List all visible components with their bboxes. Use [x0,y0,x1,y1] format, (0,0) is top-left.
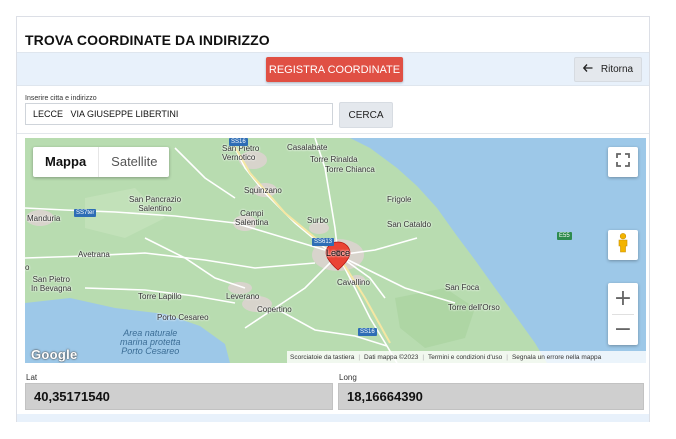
label-torre-rinalda: Torre Rinalda [310,155,358,164]
lat-label: Lat [26,373,38,382]
google-logo[interactable]: Google [31,347,78,362]
page-title: TROVA COORDINATE DA INDIRIZZO [25,32,270,48]
label-leverano: Leverano [226,292,260,301]
label-porto-cesareo: Porto Cesareo [157,313,209,322]
fullscreen-button[interactable] [608,147,638,177]
search-button[interactable]: CERCA [339,102,393,128]
label-frigole: Frigole [387,195,412,204]
terms-link[interactable]: Termini e condizioni d'uso [428,354,502,361]
back-button[interactable]: Ritorna [574,57,642,82]
attribution-separator: | [506,353,508,361]
road-badge-ss7ter: SS7ter [74,209,97,217]
road-badge-ss16-north: SS16 [229,138,248,146]
road-badge-ss16-south: SS16 [358,328,377,336]
label-campi-salentina: Campi Salentina [235,209,269,227]
label-avetrana: Avetrana [78,250,110,259]
fullscreen-icon [616,152,630,172]
label-squinzano: Squinzano [244,186,282,195]
label-lecce: Lecce [326,248,351,258]
zoom-control: + − [608,283,638,345]
label-o: o [25,263,30,272]
label-san-cataldo: San Cataldo [387,220,432,229]
label-san-foca: San Foca [445,283,480,292]
label-surbo: Surbo [307,216,329,225]
long-value-field: 18,16664390 [338,383,644,410]
arrow-left-icon [582,64,593,75]
report-error-link[interactable]: Segnala un errore nella mappa [512,354,601,361]
label-san-pietro-bevagna: San Pietro In Bevagna [31,275,72,293]
zoom-in-button[interactable]: + [608,283,638,314]
back-label: Ritorna [600,64,634,75]
address-label: Inserire citta e indirizzo [25,95,97,102]
map-type-map-button[interactable]: Mappa [33,147,98,177]
map-type-control: Mappa Satellite [33,147,170,177]
label-casalabate: Casalabate [287,143,328,152]
toolbar: REGISTRA COORDINATE Ritorna [17,52,649,86]
attribution-separator: | [358,353,361,361]
label-torre-chianca: Torre Chianca [325,165,375,174]
street-view-pegman-button[interactable] [608,230,638,260]
attribution-separator: | [422,353,425,361]
label-copertino: Copertino [257,305,292,314]
long-label: Long [339,373,357,382]
label-cavallino: Cavallino [337,278,370,287]
map-view[interactable]: Casalabate San Pietro Vernotico Torre Ri… [25,138,646,363]
register-coordinates-button[interactable]: REGISTRA COORDINATE [266,57,403,82]
footer-band [17,414,649,422]
lat-value-field: 40,35171540 [25,383,333,410]
label-manduria: Manduria [27,214,61,223]
zoom-out-button[interactable]: − [608,315,638,346]
label-area-naturale: Area naturale marina protetta Porto Cesa… [120,328,181,356]
map-data-text: Dati mappa ©2023 [364,353,419,361]
label-torre-dell-orso: Torre dell'Orso [448,303,500,312]
map-attribution: Scorciatoie da tastiera | Dati mappa ©20… [287,351,646,363]
label-san-pietro-vernotico: San Pietro Vernotico [222,144,260,162]
label-torre-lapillo: Torre Lapillo [138,292,182,301]
map-type-satellite-button[interactable]: Satellite [98,147,169,177]
road-badge-e55: E55 [557,232,572,240]
coordinate-finder-panel: TROVA COORDINATE DA INDIRIZZO REGISTRA C… [16,16,650,422]
keyboard-shortcuts-link[interactable]: Scorciatoie da tastiera [290,354,354,361]
address-input[interactable] [25,103,333,125]
divider [17,133,649,134]
label-san-pancrazio: San Pancrazio Salentino [129,195,182,213]
road-badge-ss613: SS613 [312,238,335,246]
pegman-icon [617,232,629,258]
